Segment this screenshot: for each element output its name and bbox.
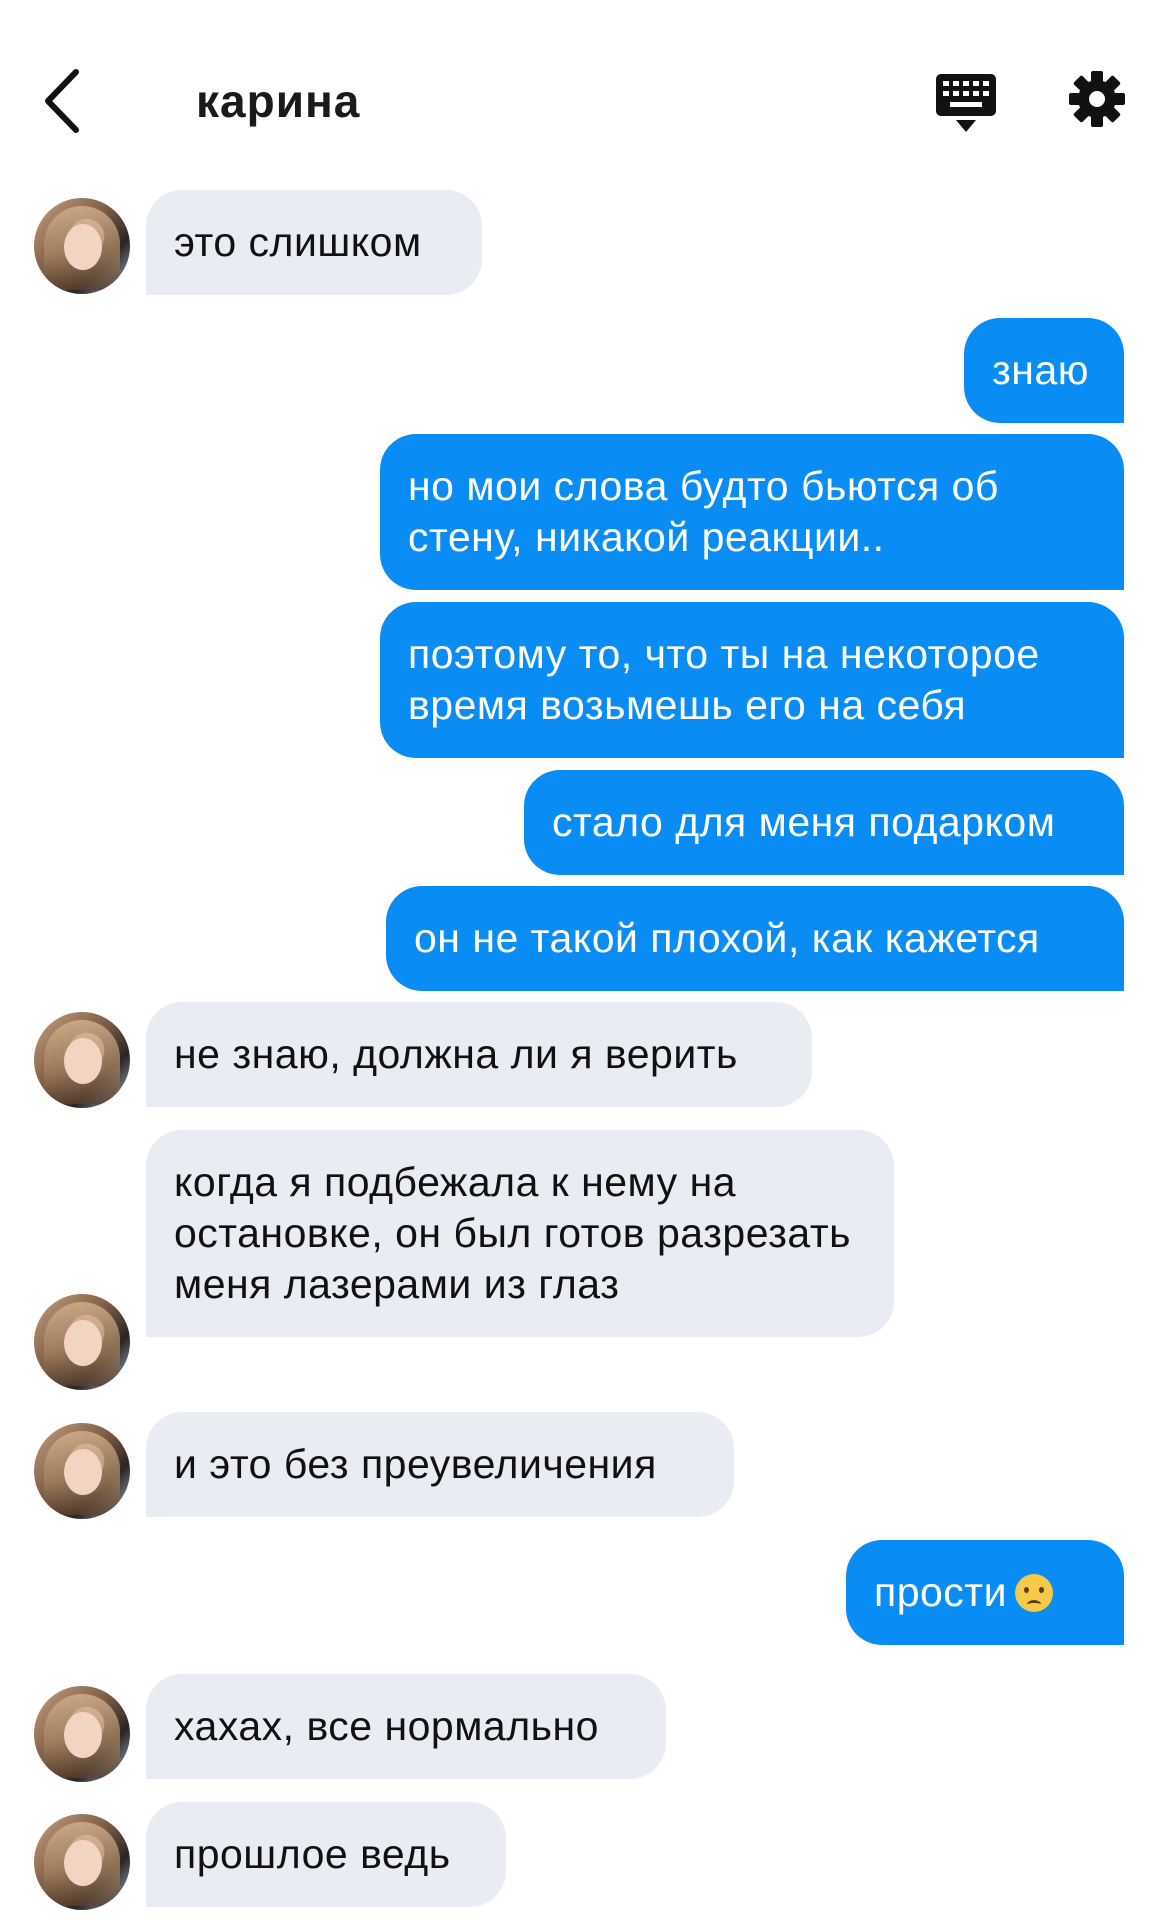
sad-face-emoji-icon — [1015, 1574, 1053, 1612]
avatar[interactable] — [34, 198, 130, 294]
message-incoming: прошлое ведь — [146, 1802, 506, 1907]
message-incoming: хахах, все нормально — [146, 1674, 666, 1779]
message-incoming: это слишком — [146, 190, 482, 295]
message-text: прости — [874, 1569, 1007, 1615]
chat-title: карина — [196, 75, 361, 127]
message-incoming: не знаю, должна ли я верить — [146, 1002, 812, 1107]
chevron-left-icon — [36, 66, 96, 136]
settings-button[interactable] — [1068, 70, 1126, 128]
message-outgoing: он не такой плохой, как кажется — [386, 886, 1124, 991]
avatar[interactable] — [34, 1686, 130, 1782]
message-outgoing: поэтому то, что ты на некоторое время во… — [380, 602, 1124, 758]
back-button[interactable] — [36, 66, 96, 136]
message-incoming: когда я подбежала к нему на остановке, о… — [146, 1130, 894, 1337]
message-outgoing: стало для меня подарком — [524, 770, 1124, 875]
message-outgoing: прости — [846, 1540, 1124, 1645]
message-outgoing: знаю — [964, 318, 1124, 423]
avatar[interactable] — [34, 1814, 130, 1910]
keyboard-icon — [934, 74, 998, 138]
gear-icon — [1068, 71, 1126, 132]
chat-header: карина — [0, 0, 1158, 180]
message-outgoing: но мои слова будто бьются об стену, ника… — [380, 434, 1124, 590]
avatar[interactable] — [34, 1012, 130, 1108]
message-incoming: и это без преувеличения — [146, 1412, 734, 1517]
keyboard-button[interactable] — [934, 72, 998, 134]
avatar[interactable] — [34, 1294, 130, 1390]
avatar[interactable] — [34, 1423, 130, 1519]
